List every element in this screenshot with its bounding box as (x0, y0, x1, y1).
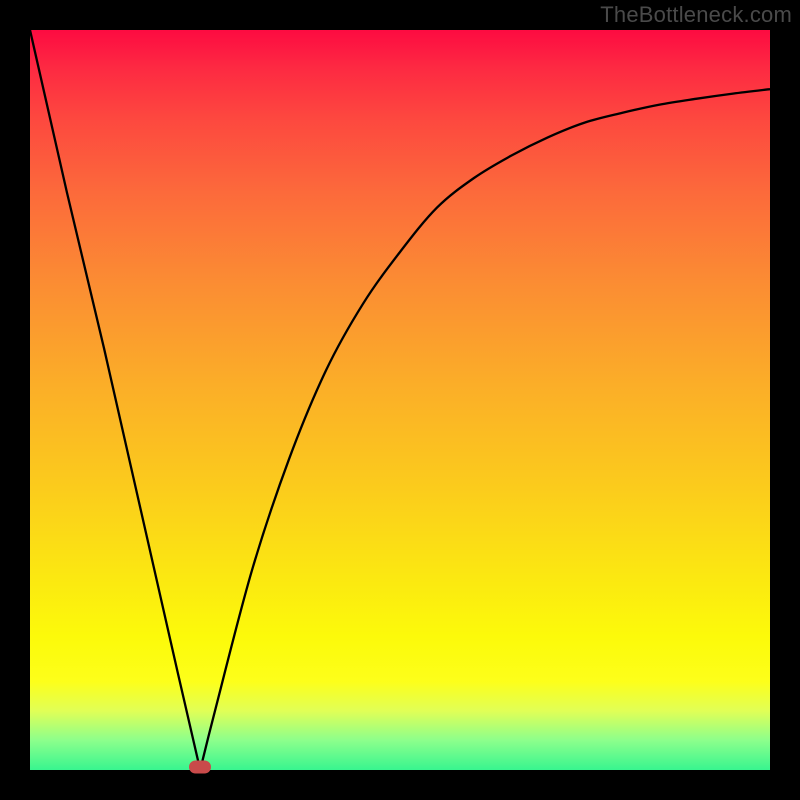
optimal-point-marker (189, 761, 211, 774)
chart-frame: TheBottleneck.com (0, 0, 800, 800)
watermark-text: TheBottleneck.com (600, 2, 792, 28)
plot-area (30, 30, 770, 770)
bottleneck-curve (30, 30, 770, 770)
